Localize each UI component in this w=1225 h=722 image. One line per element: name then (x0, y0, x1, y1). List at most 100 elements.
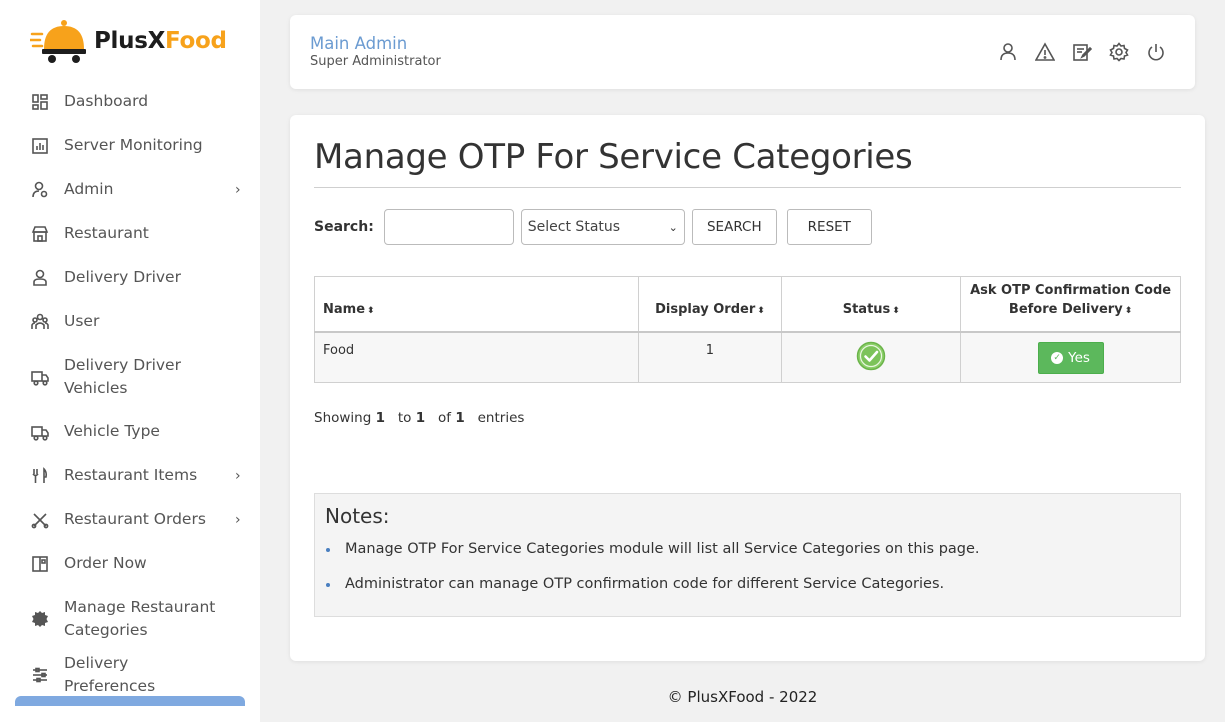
edit-icon[interactable] (1071, 41, 1093, 63)
dashboard-icon (30, 92, 50, 112)
sidebar-item-vehicle-type[interactable]: Vehicle Type (0, 420, 260, 443)
sidebar-item-label: Order Now (64, 554, 147, 572)
sidebar-item-label: User (64, 312, 100, 330)
sidebar-item-label: Delivery Driver (64, 268, 181, 286)
search-bar: Search: Select Status ⌄ SEARCH RESET (314, 209, 872, 245)
sidebar-item-label: Restaurant Items (64, 466, 198, 484)
notes-title: Notes: (325, 504, 390, 528)
sidebar-item-label: Manage Restaurant Categories (64, 598, 216, 639)
brand-name: PlusXFood (94, 28, 227, 54)
admin-name[interactable]: Main Admin (310, 34, 407, 53)
sidebar-item-delivery-driver-vehicles[interactable]: Delivery Driver Vehicles (0, 354, 260, 400)
sort-icon: ⬍ (367, 305, 375, 316)
pagination-to-word: to (397, 410, 412, 426)
pagination-prefix: Showing (314, 410, 372, 426)
pagination-to: 1 (415, 410, 426, 426)
ask-otp-yes-button[interactable]: ✓ Yes (1037, 341, 1104, 374)
column-header-label: Ask OTP Confirmation Code Before Deliver… (970, 282, 1172, 317)
column-header-ask-otp[interactable]: Ask OTP Confirmation Code Before Deliver… (960, 276, 1181, 332)
store-icon (30, 224, 50, 244)
ask-otp-label: Yes (1068, 349, 1090, 366)
sidebar-item-delivery-driver[interactable]: Delivery Driver (0, 266, 260, 289)
column-header-label: Status (842, 301, 891, 317)
sidebar-item-user[interactable]: User (0, 310, 260, 333)
column-header-display-order[interactable]: Display Order ⬍ (637, 276, 783, 332)
sidebar-item-server-monitoring[interactable]: Server Monitoring (0, 134, 260, 157)
column-header-status[interactable]: Status ⬍ (781, 276, 962, 332)
delivery-cloche-logo-icon (30, 20, 86, 63)
sidebar-item-label: Vehicle Type (64, 422, 160, 440)
search-button[interactable]: SEARCH (691, 209, 777, 245)
gear-badge-icon (30, 609, 50, 629)
header-actions (997, 41, 1167, 63)
sidebar-item-restaurant[interactable]: Restaurant (0, 222, 260, 245)
pagination-suffix: entries (477, 410, 525, 426)
search-label: Search: (314, 219, 374, 235)
sidebar-active-item-highlight[interactable] (15, 696, 245, 706)
status-select[interactable]: Select Status ⌄ (520, 209, 685, 245)
driver-icon (30, 268, 50, 288)
sidebar-item-label: Dashboard (64, 92, 149, 110)
sidebar: PlusXFood Dashboard Server Monitoring Ad… (0, 0, 260, 722)
table-row: Food 1 ✓ Yes (314, 331, 1181, 383)
user-settings-icon (30, 180, 50, 200)
pagination-total: 1 (455, 410, 465, 426)
sidebar-item-label: Restaurant Orders (64, 510, 206, 528)
chevron-right-icon: › (235, 467, 241, 484)
sidebar-item-restaurant-orders[interactable]: Restaurant Orders › (0, 508, 260, 531)
users-icon (30, 312, 50, 332)
brand-logo[interactable]: PlusXFood (30, 16, 227, 66)
menu-book-icon (30, 554, 50, 574)
cell-display-order: 1 (637, 331, 783, 383)
truck-icon (30, 422, 50, 442)
sidebar-item-dashboard[interactable]: Dashboard (0, 90, 260, 113)
scissors-icon (30, 510, 50, 530)
column-header-label: Name (323, 301, 366, 317)
sidebar-item-label: Delivery Preferences (64, 653, 156, 695)
search-input[interactable] (383, 209, 514, 245)
notes-list: Manage OTP For Service Categories module… (325, 539, 980, 609)
truck-icon (30, 367, 50, 387)
check-circle-icon: ✓ (1051, 351, 1064, 364)
list-item: Manage OTP For Service Categories module… (325, 539, 980, 559)
brand-name-part2: Food (165, 28, 227, 54)
title-divider (314, 187, 1181, 188)
pagination-info: Showing 1 to 1 of 1 entries (314, 410, 524, 426)
sidebar-item-manage-restaurant-categories[interactable]: Manage Restaurant Categories (0, 596, 260, 642)
column-header-name[interactable]: Name ⬍ (314, 276, 639, 332)
sort-icon: ⬍ (892, 305, 900, 316)
cell-name: Food (314, 331, 639, 383)
sidebar-item-admin[interactable]: Admin › (0, 178, 260, 201)
sidebar-item-label: Delivery Driver Vehicles (64, 356, 181, 397)
sidebar-item-delivery-preferences[interactable]: Delivery Preferences (0, 654, 260, 695)
profile-icon[interactable] (997, 41, 1019, 63)
cell-ask-otp: ✓ Yes (960, 331, 1181, 383)
sidebar-item-order-now[interactable]: Order Now (0, 552, 260, 575)
sort-icon: ⬍ (1124, 305, 1133, 316)
sidebar-item-restaurant-items[interactable]: Restaurant Items › (0, 464, 260, 487)
chevron-down-icon: ⌄ (668, 220, 678, 234)
pagination-of-word: of (438, 410, 452, 426)
reset-button[interactable]: RESET (786, 209, 872, 245)
list-item: Administrator can manage OTP confirmatio… (325, 574, 980, 594)
chevron-right-icon: › (235, 511, 241, 528)
main-content-card: Manage OTP For Service Categories Search… (290, 115, 1205, 661)
brand-name-part1: PlusX (94, 28, 166, 54)
table-header-row: Name ⬍ Display Order ⬍ Status ⬍ Ask OTP Con… (314, 276, 1181, 332)
sidebar-item-label: Server Monitoring (64, 136, 203, 154)
settings-icon[interactable] (1108, 41, 1130, 63)
otp-categories-table: Name ⬍ Display Order ⬍ Status ⬍ Ask OTP Con… (314, 276, 1181, 383)
fork-knife-icon (30, 466, 50, 486)
alert-icon[interactable] (1034, 41, 1056, 63)
active-status-check-icon[interactable] (856, 341, 886, 371)
sidebar-item-label: Restaurant (64, 224, 149, 242)
footer-copyright: © PlusXFood - 2022 (667, 688, 818, 706)
top-header: Main Admin Super Administrator (290, 15, 1195, 89)
page-title: Manage OTP For Service Categories (314, 137, 913, 177)
column-header-label: Display Order (655, 301, 756, 317)
notes-panel: Notes: Manage OTP For Service Categories… (314, 493, 1181, 617)
cell-status (781, 331, 962, 383)
power-icon[interactable] (1145, 41, 1167, 63)
chevron-right-icon: › (235, 181, 241, 198)
sliders-icon (30, 665, 50, 685)
